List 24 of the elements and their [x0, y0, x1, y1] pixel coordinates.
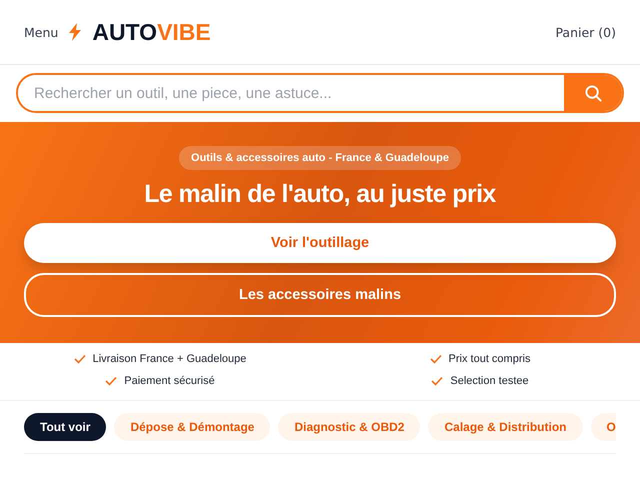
check-icon [430, 354, 442, 364]
accessories-button[interactable]: Les accessoires malins [24, 273, 616, 317]
feature-text: Selection testee [450, 375, 529, 387]
menu-link[interactable]: Menu [24, 24, 58, 40]
category-chip[interactable]: O [590, 413, 616, 441]
tools-button[interactable]: Voir l'outillage [24, 223, 616, 263]
hero-title: Le malin de l'auto, au juste prix [144, 180, 496, 209]
category-chip[interactable]: Dépose & Démontage [114, 413, 270, 441]
search-button[interactable] [564, 75, 622, 111]
lightning-icon [68, 23, 82, 41]
feature-text: Livraison France + Guadeloupe [92, 353, 246, 365]
check-icon [431, 376, 444, 386]
tagline-badge: Outils & accessoires auto - France & Guadeloupe [179, 146, 461, 170]
check-icon [105, 376, 118, 386]
check-icon [74, 354, 86, 364]
category-chip[interactable]: Calage & Distribution [428, 413, 582, 441]
search-field[interactable]: Rechercher un outil, une piece, une astuce... [16, 73, 624, 113]
logo[interactable]: AUTOVIBE [92, 18, 211, 46]
cart-link[interactable]: Panier (0) [555, 24, 616, 40]
category-chip[interactable]: Diagnostic & OBD2 [278, 413, 420, 441]
search-icon [584, 84, 602, 102]
feature-text: Prix tout compris [448, 353, 530, 365]
feature-text: Paiement sécurisé [124, 375, 215, 387]
category-chip[interactable]: Tout voir [24, 413, 106, 441]
